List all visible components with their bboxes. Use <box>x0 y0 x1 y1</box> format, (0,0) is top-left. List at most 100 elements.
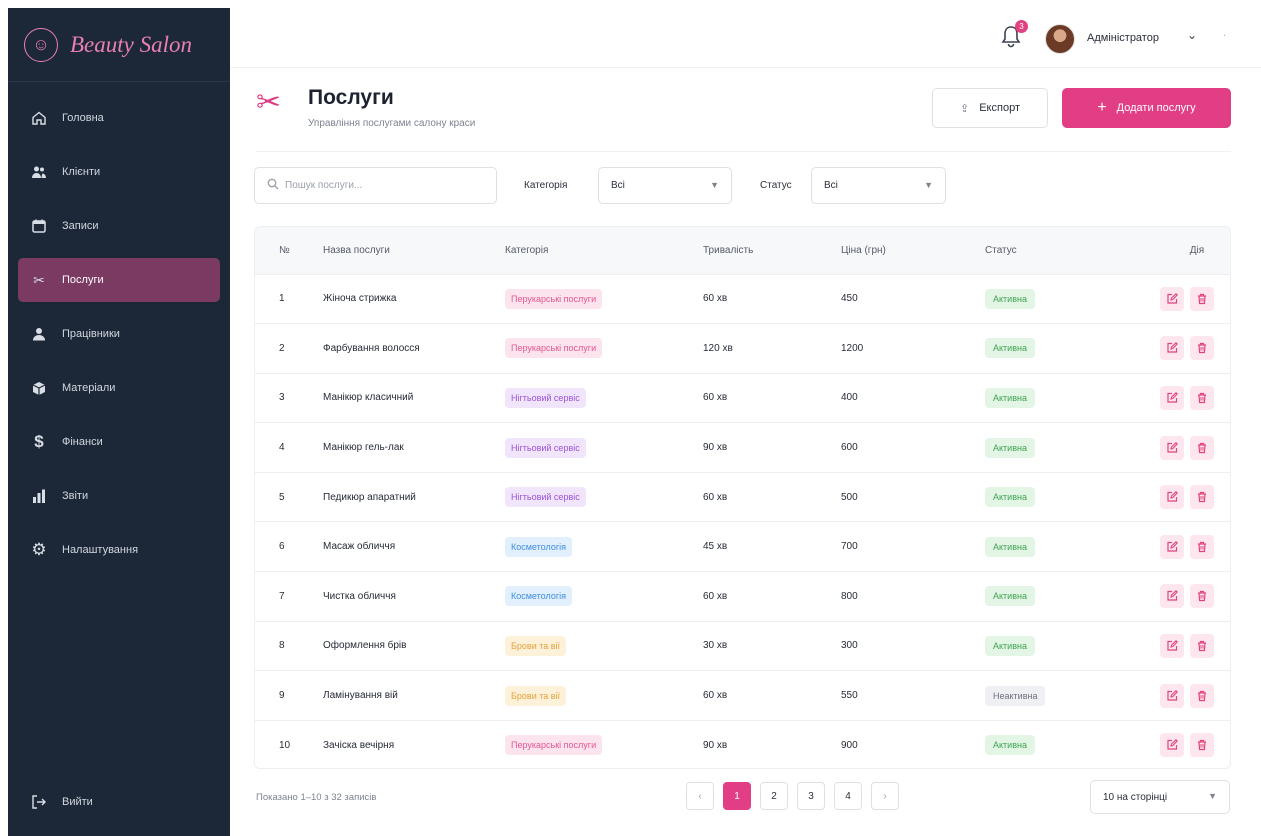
per-page-value: 10 на сторінці <box>1103 791 1168 803</box>
edit-icon <box>1167 540 1178 552</box>
table-row[interactable]: 4 Манікюр гель-лак Нігтьовий сервіс 90 хв 60… <box>255 422 1230 473</box>
delete-button[interactable] <box>1190 733 1214 758</box>
delete-button[interactable] <box>1190 286 1214 311</box>
column-header-price[interactable]: Ціна (грн) <box>841 227 985 274</box>
edit-icon <box>1167 689 1178 701</box>
column-header-status[interactable]: Статус <box>985 227 1122 274</box>
user-name[interactable]: Адміністратор <box>1087 32 1159 44</box>
duration: 60 хв <box>703 293 728 305</box>
edit-button[interactable] <box>1160 534 1184 559</box>
status-cell: Активна <box>985 324 1122 374</box>
delete-button[interactable] <box>1190 485 1214 510</box>
delete-button[interactable] <box>1190 534 1214 559</box>
edit-button[interactable] <box>1160 584 1184 609</box>
duration: 90 хв <box>703 442 728 454</box>
brand[interactable]: ☺ Beauty Salon <box>8 8 230 82</box>
status-cell: Активна <box>985 572 1122 622</box>
edit-button[interactable] <box>1160 286 1184 311</box>
column-header-number[interactable]: № <box>255 227 323 274</box>
per-page-select[interactable]: 10 на сторінці ▼ <box>1090 780 1230 814</box>
row-number: 7 <box>279 590 285 602</box>
category-badge: Косметологія <box>505 536 572 557</box>
next-page-button[interactable]: › <box>871 782 899 810</box>
sidebar-item-materials[interactable]: Матеріали <box>18 366 220 410</box>
price: 500 <box>841 491 858 503</box>
column-header-category[interactable]: Категорія <box>505 227 703 274</box>
actions-cell <box>1122 522 1230 572</box>
page-button-3[interactable]: 3 <box>797 782 825 810</box>
edit-button[interactable] <box>1160 385 1184 410</box>
chevron-down-icon[interactable]: ⌄ <box>1187 28 1197 42</box>
page-button-2[interactable]: 2 <box>760 782 788 810</box>
actions-cell <box>1122 274 1230 324</box>
notifications-button[interactable]: 3 <box>1000 20 1028 50</box>
prev-page-button[interactable]: ‹ <box>686 782 714 810</box>
category-badge: Нігтьовий сервіс <box>505 437 586 458</box>
status-select[interactable]: Всі ▼ <box>811 167 946 204</box>
sidebar-item-settings[interactable]: ⚙ Налаштування <box>18 528 220 572</box>
avatar[interactable] <box>1045 24 1075 54</box>
logout-button[interactable]: Вийти <box>18 780 220 824</box>
table-row[interactable]: 8 Оформлення брів Брови та вії 30 хв 300 Акти… <box>255 621 1230 671</box>
status-cell: Активна <box>985 720 1122 768</box>
sidebar-item-workers[interactable]: Працівники <box>18 312 220 356</box>
row-number: 6 <box>279 541 285 553</box>
table-row[interactable]: 7 Чистка обличчя Косметологія 60 хв 800 Актив… <box>255 571 1230 622</box>
edit-button[interactable] <box>1160 485 1184 510</box>
column-header-duration[interactable]: Тривалість <box>703 227 841 274</box>
table-row[interactable]: 5 Педикюр апаратний Нігтьовий сервіс 60 хв 5… <box>255 472 1230 522</box>
category-cell: Перукарські послуги <box>505 274 703 324</box>
row-number: 2 <box>279 342 285 354</box>
sidebar-item-services[interactable]: ✂ Послуги <box>18 258 220 302</box>
table-row[interactable]: 2 Фарбування волосся Перукарські послуги 12… <box>255 323 1230 374</box>
category-select[interactable]: Всі ▼ <box>598 167 732 204</box>
sidebar-item-appointments[interactable]: Записи <box>18 204 220 248</box>
category-cell: Перукарські послуги <box>505 324 703 374</box>
export-button[interactable]: ⇪ Експорт <box>932 88 1048 128</box>
more-icon[interactable]: · <box>1223 30 1226 41</box>
table-row[interactable]: 10 Зачіска вечірня Перукарські послуги 90 х… <box>255 720 1230 768</box>
delete-button[interactable] <box>1190 683 1214 708</box>
duration: 45 хв <box>703 541 728 553</box>
delete-button[interactable] <box>1190 385 1214 410</box>
category-cell: Косметологія <box>505 572 703 622</box>
status-cell: Активна <box>985 472 1122 522</box>
sidebar-item-home[interactable]: Головна <box>18 96 220 140</box>
edit-button[interactable] <box>1160 336 1184 361</box>
table-row[interactable]: 1 Жіноча стрижка Перукарські послуги 60 хв 4… <box>255 274 1230 324</box>
page-button-1[interactable]: 1 <box>723 782 751 810</box>
edit-button[interactable] <box>1160 683 1184 708</box>
edit-icon <box>1167 639 1178 651</box>
table-row[interactable]: 9 Ламінування вій Брови та вії 60 хв 550 Неак… <box>255 670 1230 721</box>
price: 300 <box>841 640 858 652</box>
search-input[interactable] <box>285 180 485 191</box>
service-name: Жіноча стрижка <box>323 293 397 305</box>
status-badge: Активна <box>985 536 1035 557</box>
sidebar-item-clients[interactable]: Клієнти <box>18 150 220 194</box>
service-name: Зачіска вечірня <box>323 739 395 751</box>
sidebar-item-reports[interactable]: Звіти <box>18 474 220 518</box>
table-row[interactable]: 3 Манікюр класичний Нігтьовий сервіс 60 хв 4… <box>255 373 1230 423</box>
delete-button[interactable] <box>1190 584 1214 609</box>
notification-count-badge: 3 <box>1015 20 1028 33</box>
edit-button[interactable] <box>1160 733 1184 758</box>
price: 900 <box>841 739 858 751</box>
edit-button[interactable] <box>1160 435 1184 460</box>
trash-icon <box>1198 442 1206 453</box>
duration: 60 хв <box>703 590 728 602</box>
dollar-icon: $ <box>34 432 44 451</box>
delete-button[interactable] <box>1190 633 1214 658</box>
edit-button[interactable] <box>1160 633 1184 658</box>
add-service-button[interactable]: + Додати послугу <box>1062 88 1231 128</box>
delete-button[interactable] <box>1190 435 1214 460</box>
page-button-4[interactable]: 4 <box>834 782 862 810</box>
status-badge: Активна <box>985 288 1035 309</box>
sidebar-item-finance[interactable]: $ Фінанси <box>18 420 220 464</box>
row-number: 5 <box>279 491 285 503</box>
table-row[interactable]: 6 Масаж обличчя Косметологія 45 хв 700 Активн… <box>255 521 1230 572</box>
calendar-icon <box>30 217 48 235</box>
delete-button[interactable] <box>1190 336 1214 361</box>
column-header-name[interactable]: Назва послуги <box>323 227 505 274</box>
category-badge: Перукарські послуги <box>505 338 603 359</box>
status-badge: Активна <box>985 635 1035 656</box>
